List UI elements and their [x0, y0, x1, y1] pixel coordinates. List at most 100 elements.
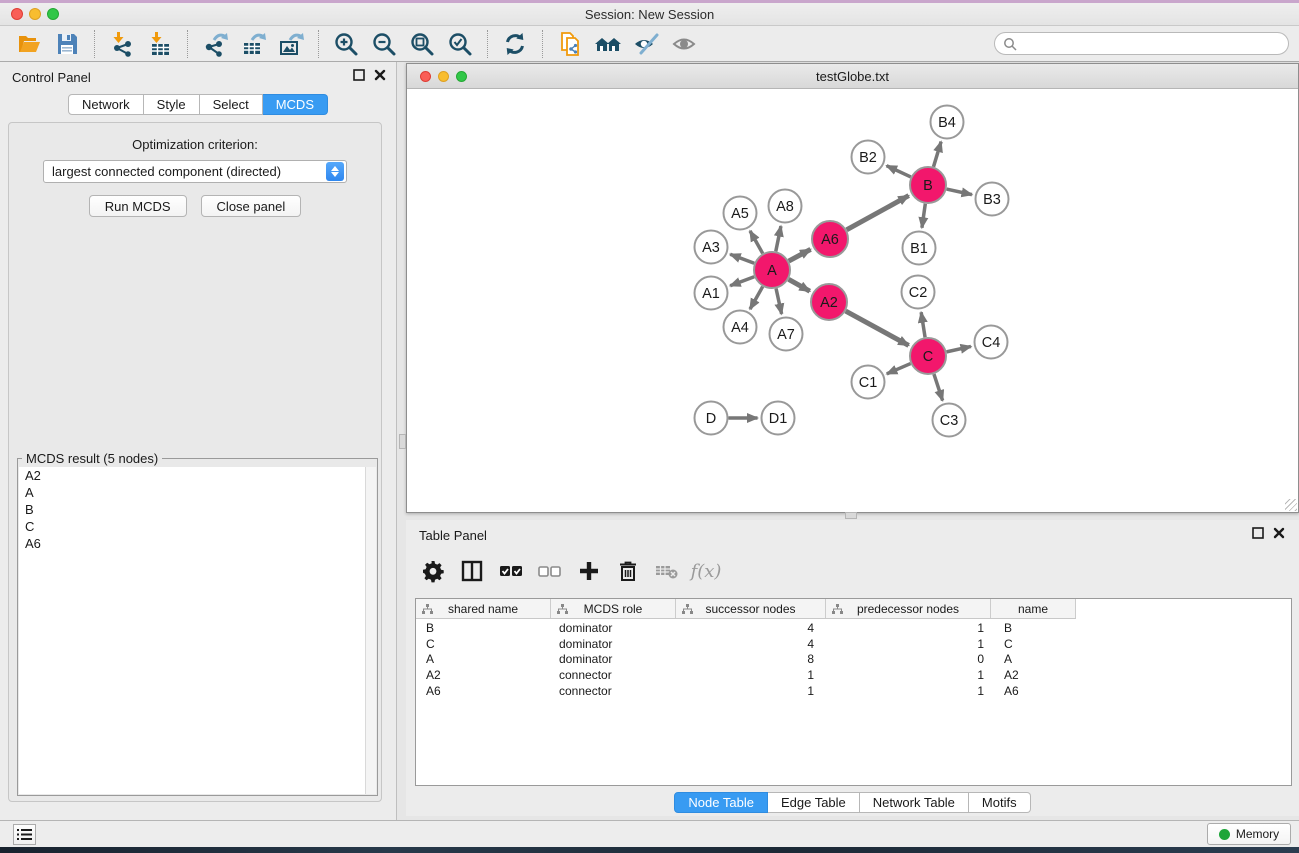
graph-edge-A-A8[interactable]	[776, 226, 781, 251]
column-header-name[interactable]: name	[991, 599, 1076, 618]
result-item[interactable]: A6	[19, 535, 376, 552]
table-row[interactable]: A6connector11A6	[416, 683, 1291, 699]
column-header-shared-name[interactable]: shared name	[416, 599, 551, 618]
result-item[interactable]: B	[19, 501, 376, 518]
table-cell: 1	[826, 683, 991, 699]
graph-edge-B-B2[interactable]	[887, 166, 911, 177]
run-mcds-button[interactable]: Run MCDS	[89, 195, 187, 217]
deselect-all-icon[interactable]	[535, 556, 565, 586]
horizontal-divider-handle[interactable]	[845, 512, 857, 519]
session-title: Session: New Session	[0, 7, 1299, 22]
zoom-fit-icon[interactable]	[403, 28, 441, 60]
network-graph: B4B2BB3A5A8A6B1A3AC2A1A2A4A7C4CC1C3DD1	[407, 89, 1298, 512]
main-toolbar	[0, 26, 1299, 62]
graph-edge-A6-B[interactable]	[847, 196, 909, 230]
graph-edge-A-A5[interactable]	[750, 231, 763, 254]
result-item[interactable]: A2	[19, 467, 376, 484]
mcds-result-list: A2ABCA6	[19, 467, 376, 794]
graph-edge-B-B3[interactable]	[947, 189, 972, 195]
table-row[interactable]: Cdominator41C	[416, 636, 1291, 652]
graph-edge-A-A4[interactable]	[750, 287, 763, 310]
split-view-icon[interactable]	[457, 556, 487, 586]
graph-edge-A-A6[interactable]	[789, 249, 811, 261]
graph-node-label-A3: A3	[702, 240, 720, 256]
graph-node-label-A2: A2	[820, 295, 838, 311]
graph-edge-C-C2[interactable]	[921, 312, 925, 337]
memory-button[interactable]: Memory	[1207, 823, 1291, 845]
select-all-icon[interactable]	[496, 556, 526, 586]
result-scrollbar[interactable]	[365, 467, 376, 794]
manage-networks-icon[interactable]	[551, 28, 589, 60]
show-details-icon[interactable]	[665, 28, 703, 60]
graph-edge-B-B1[interactable]	[922, 204, 925, 228]
toolbar-separator	[318, 30, 319, 58]
window-resize-grip[interactable]	[1285, 499, 1297, 511]
graph-node-label-C: C	[923, 349, 933, 365]
table-cell: B	[991, 620, 1111, 636]
graph-node-label-A6: A6	[821, 232, 839, 248]
refresh-icon[interactable]	[496, 28, 534, 60]
add-column-icon[interactable]	[574, 556, 604, 586]
task-history-button[interactable]	[13, 824, 36, 845]
graph-node-label-B1: B1	[910, 241, 928, 257]
column-header-MCDS-role[interactable]: MCDS role	[551, 599, 676, 618]
close-panel-button[interactable]: Close panel	[201, 195, 302, 217]
zoom-in-icon[interactable]	[327, 28, 365, 60]
search-input[interactable]	[1022, 36, 1288, 51]
settings-icon[interactable]	[418, 556, 448, 586]
table-row[interactable]: A2connector11A2	[416, 667, 1291, 683]
graph-edge-A-A1[interactable]	[730, 277, 754, 286]
result-item[interactable]: A	[19, 484, 376, 501]
graph-edge-C-C3[interactable]	[934, 374, 943, 400]
zoom-selected-icon[interactable]	[441, 28, 479, 60]
close-panel-icon[interactable]	[374, 69, 386, 81]
tab-node-table[interactable]: Node Table	[674, 792, 768, 813]
tab-mcds[interactable]: MCDS	[263, 94, 328, 115]
export-network-icon[interactable]	[196, 28, 234, 60]
app-titlebar: Session: New Session	[0, 0, 1299, 26]
tab-select[interactable]: Select	[200, 94, 263, 115]
zoom-out-icon[interactable]	[365, 28, 403, 60]
open-session-icon[interactable]	[10, 28, 48, 60]
graph-node-label-A8: A8	[776, 199, 794, 215]
table-cell: B	[416, 620, 551, 636]
graph-edge-A2-C[interactable]	[846, 311, 909, 345]
float-panel-icon[interactable]	[353, 69, 365, 81]
tab-style[interactable]: Style	[144, 94, 200, 115]
table-row[interactable]: Adominator80A	[416, 651, 1291, 667]
graph-edge-C-C1[interactable]	[887, 364, 911, 374]
tab-network[interactable]: Network	[68, 94, 144, 115]
graph-edge-A-A2[interactable]	[789, 279, 810, 291]
tab-network-table[interactable]: Network Table	[860, 792, 969, 813]
close-panel-icon[interactable]	[1273, 527, 1285, 539]
network-canvas[interactable]: B4B2BB3A5A8A6B1A3AC2A1A2A4A7C4CC1C3DD1	[407, 89, 1298, 512]
delete-column-icon[interactable]	[613, 556, 643, 586]
home-icon[interactable]	[589, 28, 627, 60]
function-builder-icon[interactable]: f(x)	[691, 556, 721, 586]
export-image-icon[interactable]	[272, 28, 310, 60]
result-item[interactable]: C	[19, 518, 376, 535]
column-header-successor-nodes[interactable]: successor nodes	[676, 599, 826, 618]
search-icon	[1003, 37, 1017, 51]
graph-edge-A-A3[interactable]	[730, 254, 754, 263]
toolbar-separator	[542, 30, 543, 58]
column-header-predecessor-nodes[interactable]: predecessor nodes	[826, 599, 991, 618]
graph-edge-A-A7[interactable]	[776, 289, 782, 314]
import-table-icon[interactable]	[141, 28, 179, 60]
search-field[interactable]	[994, 32, 1289, 55]
node-table[interactable]: shared nameMCDS rolesuccessor nodesprede…	[415, 598, 1292, 786]
save-session-icon[interactable]	[48, 28, 86, 60]
graph-edge-C-C4[interactable]	[947, 346, 971, 351]
tab-edge-table[interactable]: Edge Table	[768, 792, 860, 813]
import-network-icon[interactable]	[103, 28, 141, 60]
hide-details-icon[interactable]	[627, 28, 665, 60]
delete-table-icon[interactable]	[652, 556, 682, 586]
vertical-divider-handle[interactable]	[399, 434, 406, 449]
table-row[interactable]: Bdominator41B	[416, 620, 1291, 636]
float-panel-icon[interactable]	[1252, 527, 1264, 539]
export-table-icon[interactable]	[234, 28, 272, 60]
criterion-dropdown[interactable]: largest connected component (directed)	[43, 160, 347, 183]
tab-motifs[interactable]: Motifs	[969, 792, 1031, 813]
table-cell: dominator	[551, 620, 676, 636]
graph-edge-B-B4[interactable]	[933, 142, 941, 167]
